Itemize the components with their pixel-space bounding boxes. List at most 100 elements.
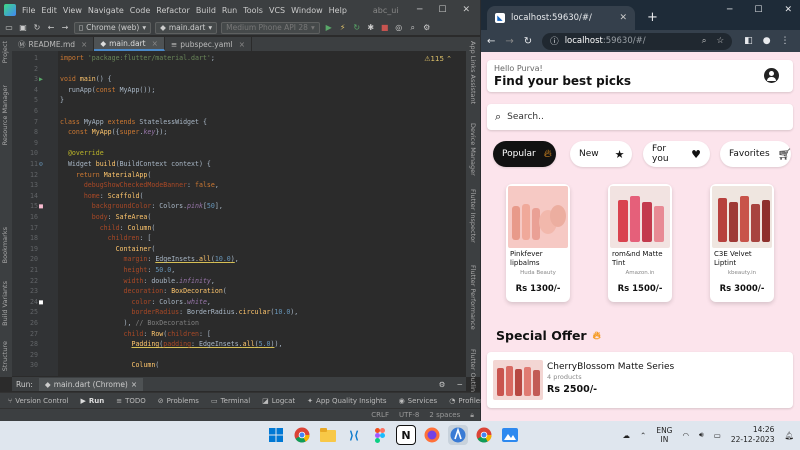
flutter-outline-tab[interactable]: Flutter Outline <box>469 349 477 396</box>
menu-file[interactable]: File <box>22 6 35 15</box>
flutter-inspector-tab[interactable]: Flutter Inspector <box>469 189 477 243</box>
product-card[interactable]: C3E Velvet Liptint kbeauty.in Rs 3000/- <box>710 184 774 302</box>
chrome-icon[interactable] <box>292 425 312 445</box>
product-card[interactable]: rom&nd Matte Tint Amazon.in Rs 1500/- <box>608 184 672 302</box>
tool-todo[interactable]: ≡ TODO <box>116 397 146 405</box>
save-icon[interactable]: ▣ <box>18 23 28 32</box>
tool-app-quality-insights[interactable]: ✦ App Quality Insights <box>307 397 386 405</box>
stop-icon[interactable]: ■ <box>380 23 390 32</box>
close-icon[interactable]: × <box>131 380 137 389</box>
profile-icon[interactable]: ● <box>763 36 771 46</box>
figma-icon[interactable] <box>370 425 390 445</box>
debug-icon[interactable]: ✱ <box>366 23 376 32</box>
clock[interactable]: 14:26 22-12-2023 <box>731 425 775 445</box>
code-editor[interactable]: ⚠115 ⌃ 1 import 'package:flutter/material… <box>12 51 466 376</box>
tab-main-dart[interactable]: ◆ main.dart × <box>94 37 165 51</box>
structure-tab[interactable]: Structure <box>1 341 9 371</box>
reload-icon[interactable]: ↻ <box>524 36 532 47</box>
android-studio-icon[interactable] <box>448 425 468 445</box>
emulator-selector[interactable]: Medium Phone API 28 ▾ <box>221 21 320 34</box>
hot-restart-icon[interactable]: ↻ <box>352 23 362 32</box>
tool-run[interactable]: ▶ Run <box>80 397 104 405</box>
battery-icon[interactable]: ▭ <box>714 431 721 440</box>
side-panel-icon[interactable]: ◧ <box>744 36 753 46</box>
volume-icon[interactable]: 🔊︎ <box>699 430 704 440</box>
notification-icon[interactable]: 🔔︎ <box>784 431 794 440</box>
flutter-performance-tab[interactable]: Flutter Performance <box>469 265 477 330</box>
forward-icon[interactable]: → <box>60 23 70 32</box>
hot-reload-icon[interactable]: ⚡ <box>338 23 348 32</box>
menu-refactor[interactable]: Refactor <box>156 6 190 15</box>
category-favorites[interactable]: Favorites 🛒︎ <box>720 141 792 167</box>
vscode-icon[interactable]: ⟩⟨ <box>344 425 364 445</box>
menu-view[interactable]: View <box>63 6 82 15</box>
chrome-icon-2[interactable] <box>474 425 494 445</box>
menu-navigate[interactable]: Navigate <box>88 6 124 15</box>
file-explorer-icon[interactable] <box>318 425 338 445</box>
close-tab-icon[interactable]: ✕ <box>619 13 627 23</box>
search-bar[interactable]: ⌕ Search.. <box>487 104 793 130</box>
run-icon[interactable]: ▶ <box>324 23 334 32</box>
photos-icon[interactable] <box>500 425 520 445</box>
language-indicator[interactable]: ENG IN <box>656 426 672 444</box>
maximize-icon[interactable]: ☐ <box>754 5 762 15</box>
device-manager-tab[interactable]: Device Manager <box>469 123 477 176</box>
tool-problems[interactable]: ⊘ Problems <box>158 397 199 405</box>
zoom-icon[interactable]: ⌕ <box>702 36 707 46</box>
menu-tools[interactable]: Tools <box>243 6 263 15</box>
back-icon[interactable]: ← <box>46 23 56 32</box>
chevron-up-icon[interactable]: ⌃ <box>640 431 646 440</box>
minimize-panel-icon[interactable]: ─ <box>457 380 462 389</box>
minimize-icon[interactable]: ─ <box>727 5 732 15</box>
address-bar[interactable]: ⓘ localhost:59630/#/ ⌕ ☆ <box>542 32 733 50</box>
close-icon[interactable]: ✕ <box>462 5 470 15</box>
menu-icon[interactable]: ⋮ <box>781 36 790 46</box>
menu-build[interactable]: Build <box>196 6 216 15</box>
gradle-icon[interactable]: ◎ <box>394 23 404 32</box>
override-gutter-icon[interactable]: ⊙ <box>36 159 46 170</box>
tab-pubspec[interactable]: ≡ pubspec.yaml × <box>165 37 253 51</box>
menu-window[interactable]: Window <box>291 6 323 15</box>
menu-vcs[interactable]: VCS <box>269 6 285 15</box>
app-links-assistant-tab[interactable]: App Links Assistant <box>469 41 477 104</box>
offer-card[interactable]: CherryBlossom Matte Series 4 products Rs… <box>487 352 793 408</box>
run-config-selector[interactable]: ◆ main.dart ▾ <box>155 21 218 34</box>
close-icon[interactable]: × <box>239 40 245 49</box>
tool-logcat[interactable]: ◪ Logcat <box>262 397 295 405</box>
sync-icon[interactable]: ↻ <box>32 23 42 32</box>
build-variants-tab[interactable]: Build Variants <box>1 281 9 326</box>
site-info-icon[interactable]: ⓘ <box>550 35 559 47</box>
category-new[interactable]: New ★ <box>570 141 632 167</box>
close-icon[interactable]: ✕ <box>784 5 792 15</box>
close-icon[interactable]: × <box>81 40 87 49</box>
settings-icon[interactable]: ⚙ <box>439 380 446 389</box>
run-config-tab[interactable]: ◆ main.dart (Chrome) × <box>38 377 144 391</box>
product-card[interactable]: Pinkfever lipbalms Huda Beauty Rs 1300/- <box>506 184 570 302</box>
notion-icon[interactable]: N <box>396 425 416 445</box>
close-icon[interactable]: × <box>152 39 158 48</box>
tool-terminal[interactable]: ▭ Terminal <box>211 397 250 405</box>
firefox-icon[interactable] <box>422 425 442 445</box>
menu-code[interactable]: Code <box>130 6 150 15</box>
color-swatch-icon[interactable]: ■ <box>36 201 46 212</box>
tab-readme[interactable]: Ⓜ README.md × <box>12 37 95 51</box>
minimize-icon[interactable]: ─ <box>417 5 422 15</box>
menu-run[interactable]: Run <box>222 6 237 15</box>
indent-status[interactable]: 2 spaces <box>429 411 460 419</box>
menu-help[interactable]: Help <box>329 6 347 15</box>
resource-manager-tab[interactable]: Resource Manager <box>1 85 9 145</box>
tool-version-control[interactable]: ⑂ Version Control <box>8 397 68 405</box>
cloud-icon[interactable]: ☁ <box>623 431 631 440</box>
category-for-you[interactable]: For you ♥ <box>643 141 710 167</box>
folder-icon[interactable]: ▭ <box>4 23 14 32</box>
new-tab-icon[interactable]: + <box>647 10 658 25</box>
category-popular[interactable]: Popular 🔥︎ <box>493 141 556 167</box>
device-selector[interactable]: ▯ Chrome (web) ▾ <box>74 21 152 34</box>
lock-icon[interactable]: 🔒︎ <box>470 411 474 420</box>
settings-icon[interactable]: ⚙ <box>422 23 432 32</box>
line-separator-status[interactable]: CRLF <box>371 411 389 419</box>
tool-profiler[interactable]: ◔ Profiler <box>449 397 483 405</box>
bookmarks-tab[interactable]: Bookmarks <box>1 227 9 263</box>
forward-icon[interactable]: → <box>505 36 513 47</box>
back-icon[interactable]: ← <box>487 36 495 47</box>
